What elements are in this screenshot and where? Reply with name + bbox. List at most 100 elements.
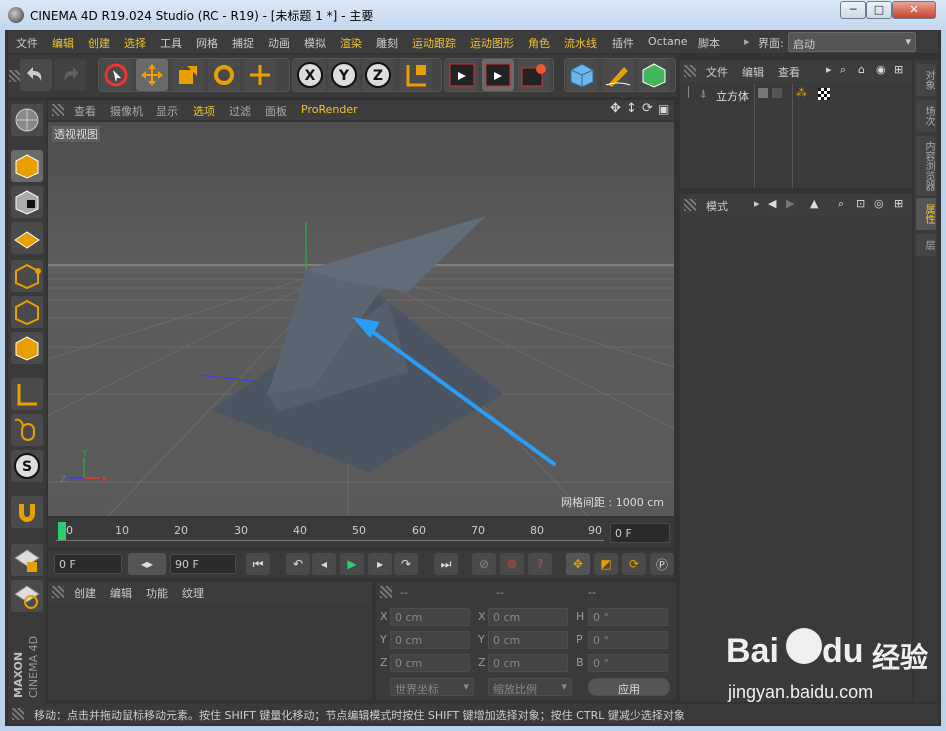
keyframe-selection-icon[interactable]: ?	[528, 553, 552, 575]
viewport-menu-camera[interactable]: 摄像机	[110, 103, 143, 119]
pen-spline-icon[interactable]	[602, 59, 634, 91]
visibility-toggle[interactable]	[758, 88, 768, 98]
menu-pipeline[interactable]: 流水线	[564, 35, 597, 51]
live-selection-icon[interactable]	[100, 59, 132, 91]
menu-select[interactable]: 选择	[124, 35, 146, 51]
forward-arrow-icon[interactable]: ▶	[786, 197, 794, 210]
object-menu-file[interactable]: 文件	[706, 64, 728, 80]
texture-tag-icon[interactable]	[818, 88, 830, 100]
go-to-start-icon[interactable]: ⏮	[246, 553, 270, 575]
key-param-icon[interactable]: Ⓟ	[650, 553, 674, 575]
up-arrow-icon[interactable]: ▲	[810, 197, 818, 210]
recent-tool-icon[interactable]	[244, 59, 276, 91]
previous-frame-icon[interactable]: ◂	[312, 553, 336, 575]
rot-b-field[interactable]: 0 °	[588, 654, 668, 672]
material-menu-edit[interactable]: 编辑	[110, 585, 132, 601]
menu-create[interactable]: 创建	[88, 35, 110, 51]
apply-button[interactable]: 应用	[588, 678, 670, 696]
frame-step-icon[interactable]: ◂▸	[128, 553, 166, 575]
enable-axis-icon[interactable]	[11, 378, 43, 410]
render-settings-icon[interactable]	[518, 59, 550, 91]
attribute-menu-mode[interactable]: 模式	[706, 198, 728, 214]
viewport-menu-prorender[interactable]: ProRender	[301, 103, 358, 116]
size-x-field[interactable]: 0 cm	[488, 608, 568, 626]
tab-layers[interactable]: 层	[916, 234, 936, 256]
menu-script[interactable]: 脚本	[698, 35, 720, 51]
coordinate-system-icon[interactable]	[400, 59, 432, 91]
move-tool-icon[interactable]	[136, 59, 168, 91]
cube-object-icon[interactable]	[566, 59, 598, 91]
viewport-menu-filter[interactable]: 过滤	[229, 103, 251, 119]
edges-mode-icon[interactable]	[11, 296, 43, 328]
record-disabled-icon[interactable]: ⊘	[472, 553, 496, 575]
viewport-menu-view[interactable]: 查看	[74, 103, 96, 119]
key-position-icon[interactable]: ✥	[566, 553, 590, 575]
rotate-tool-icon[interactable]	[208, 59, 240, 91]
tab-content-browser[interactable]: 内容浏览器	[916, 136, 936, 196]
material-menu-function[interactable]: 功能	[146, 585, 168, 601]
previous-key-icon[interactable]: ↶	[286, 553, 310, 575]
end-frame-field[interactable]: 90 F	[170, 554, 236, 574]
viewport-rotate-icon[interactable]: ⟳	[642, 101, 653, 116]
snapping-magnet-icon[interactable]	[11, 496, 43, 528]
rot-h-field[interactable]: 0 °	[588, 608, 668, 626]
tab-objects[interactable]: 对象	[916, 64, 936, 96]
x-axis-lock-icon[interactable]: X	[294, 59, 326, 91]
playhead[interactable]	[58, 522, 66, 540]
planar-workplane-icon[interactable]	[11, 580, 43, 612]
timeline[interactable]: 0 10 20 30 40 50 60 70 80 90 0 F	[48, 518, 674, 548]
size-z-field[interactable]: 0 cm	[488, 654, 568, 672]
make-editable-icon[interactable]	[11, 104, 43, 136]
object-item-cube[interactable]: 立方体	[716, 88, 749, 104]
tab-takes[interactable]: 场次	[916, 100, 936, 132]
render-picture-viewer-icon[interactable]	[482, 59, 514, 91]
menu-octane[interactable]: Octane	[648, 35, 688, 48]
undo-icon[interactable]	[20, 59, 52, 91]
menu-animate[interactable]: 动画	[268, 35, 290, 51]
pos-y-field[interactable]: 0 cm	[390, 631, 470, 649]
go-to-end-icon[interactable]: ⏭	[434, 553, 458, 575]
menu-tools[interactable]: 工具	[160, 35, 182, 51]
scale-tool-icon[interactable]	[172, 59, 204, 91]
redo-icon[interactable]	[54, 59, 86, 91]
viewport-menu-display[interactable]: 显示	[156, 103, 178, 119]
rot-p-field[interactable]: 0 °	[588, 631, 668, 649]
viewport-zoom-icon[interactable]: ↕	[626, 101, 637, 116]
next-key-icon[interactable]: ↷	[394, 553, 418, 575]
menu-edit[interactable]: 编辑	[52, 35, 74, 51]
next-frame-icon[interactable]: ▸	[368, 553, 392, 575]
render-toggle[interactable]	[772, 88, 782, 98]
object-menu-view[interactable]: 查看	[778, 64, 800, 80]
y-axis-lock-icon[interactable]: Y	[328, 59, 360, 91]
lock-icon[interactable]: ⊡	[856, 197, 865, 210]
viewport-pan-icon[interactable]: ✥	[610, 101, 621, 116]
points-mode-icon[interactable]	[11, 260, 43, 292]
solo-mode-icon[interactable]: S	[11, 450, 43, 482]
pos-z-field[interactable]: 0 cm	[390, 654, 470, 672]
play-icon[interactable]: ▶	[340, 553, 364, 575]
pos-x-field[interactable]: 0 cm	[390, 608, 470, 626]
maximize-button[interactable]: □	[866, 1, 892, 19]
target-icon[interactable]: ◎	[874, 197, 884, 210]
model-mode-icon[interactable]	[11, 150, 43, 182]
menu-simulate[interactable]: 模拟	[304, 35, 326, 51]
menu-mograph[interactable]: 运动图形	[470, 35, 514, 51]
back-arrow-icon[interactable]: ◀	[768, 197, 776, 210]
close-button[interactable]: ✕	[892, 1, 936, 19]
polygons-mode-icon[interactable]	[11, 332, 43, 364]
minimize-button[interactable]: ─	[840, 1, 866, 19]
autokey-icon[interactable]: ⊚	[500, 553, 524, 575]
new-window-icon[interactable]: ⊞	[894, 63, 903, 76]
world-coords-dropdown[interactable]: 世界坐标 ▾	[390, 678, 474, 696]
perspective-viewport[interactable]: Y Z X 透视视图 网格间距 : 1000 cm	[48, 122, 674, 516]
object-menu-edit[interactable]: 编辑	[742, 64, 764, 80]
texture-mode-icon[interactable]	[11, 186, 43, 218]
menu-mesh[interactable]: 网格	[196, 35, 218, 51]
menu-plugins[interactable]: 插件	[612, 35, 634, 51]
menu-motion-tracking[interactable]: 运动跟踪	[412, 35, 456, 51]
search-icon[interactable]: ⌕	[838, 197, 844, 211]
viewport-menu-panel[interactable]: 面板	[265, 103, 287, 119]
attribute-grip[interactable]	[684, 199, 696, 211]
start-frame-field[interactable]: 0 F	[54, 554, 122, 574]
tab-attributes[interactable]: 属性	[916, 198, 936, 230]
